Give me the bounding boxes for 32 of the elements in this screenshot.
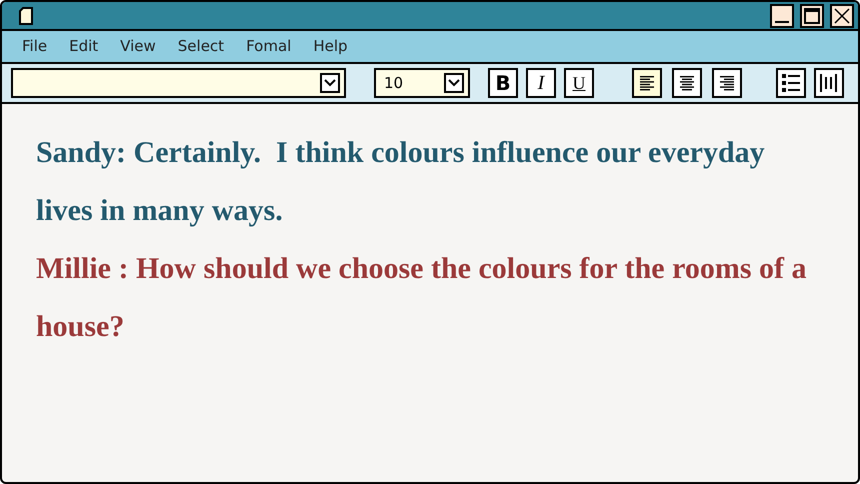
bullets-button[interactable]: [776, 68, 806, 98]
menu-item[interactable]: File: [22, 35, 48, 58]
document-icon: [18, 6, 34, 24]
dialogue-line: Sandy: Certainly. I think colours influence our everyday lives in many ways.: [36, 135, 766, 229]
align-icon: [638, 74, 656, 92]
dialogue-line: Millie : How should we choose the colours for the rooms of a house?: [36, 251, 808, 345]
align-left-button[interactable]: [632, 68, 662, 98]
close-button[interactable]: [830, 4, 854, 28]
minimize-button[interactable]: [770, 4, 794, 28]
align-center-button[interactable]: [672, 68, 702, 98]
bold-button[interactable]: B: [488, 68, 518, 98]
font-size-dropdown[interactable]: 10: [374, 68, 470, 98]
underline-button[interactable]: U: [564, 68, 594, 98]
font-name-dropdown[interactable]: [11, 68, 346, 98]
menu-item[interactable]: Help: [313, 35, 348, 58]
bullet-list-icon: [781, 73, 801, 93]
maximize-button[interactable]: [800, 4, 824, 28]
align-right-button[interactable]: [712, 68, 742, 98]
maximize-icon: [804, 8, 820, 24]
menu-item[interactable]: View: [120, 35, 156, 58]
minimize-icon: [775, 20, 789, 22]
align-icon: [718, 74, 736, 92]
columns-button[interactable]: [814, 68, 844, 98]
dropdown-icon: [444, 73, 464, 93]
align-icon: [678, 74, 696, 92]
menu-item[interactable]: Fomal: [246, 35, 292, 58]
menu-item[interactable]: Edit: [69, 35, 98, 58]
italic-button[interactable]: I: [526, 68, 556, 98]
close-icon: [834, 8, 850, 24]
columns-icon: [818, 73, 840, 93]
dropdown-icon: [320, 73, 340, 93]
menu-item[interactable]: Select: [178, 35, 224, 58]
